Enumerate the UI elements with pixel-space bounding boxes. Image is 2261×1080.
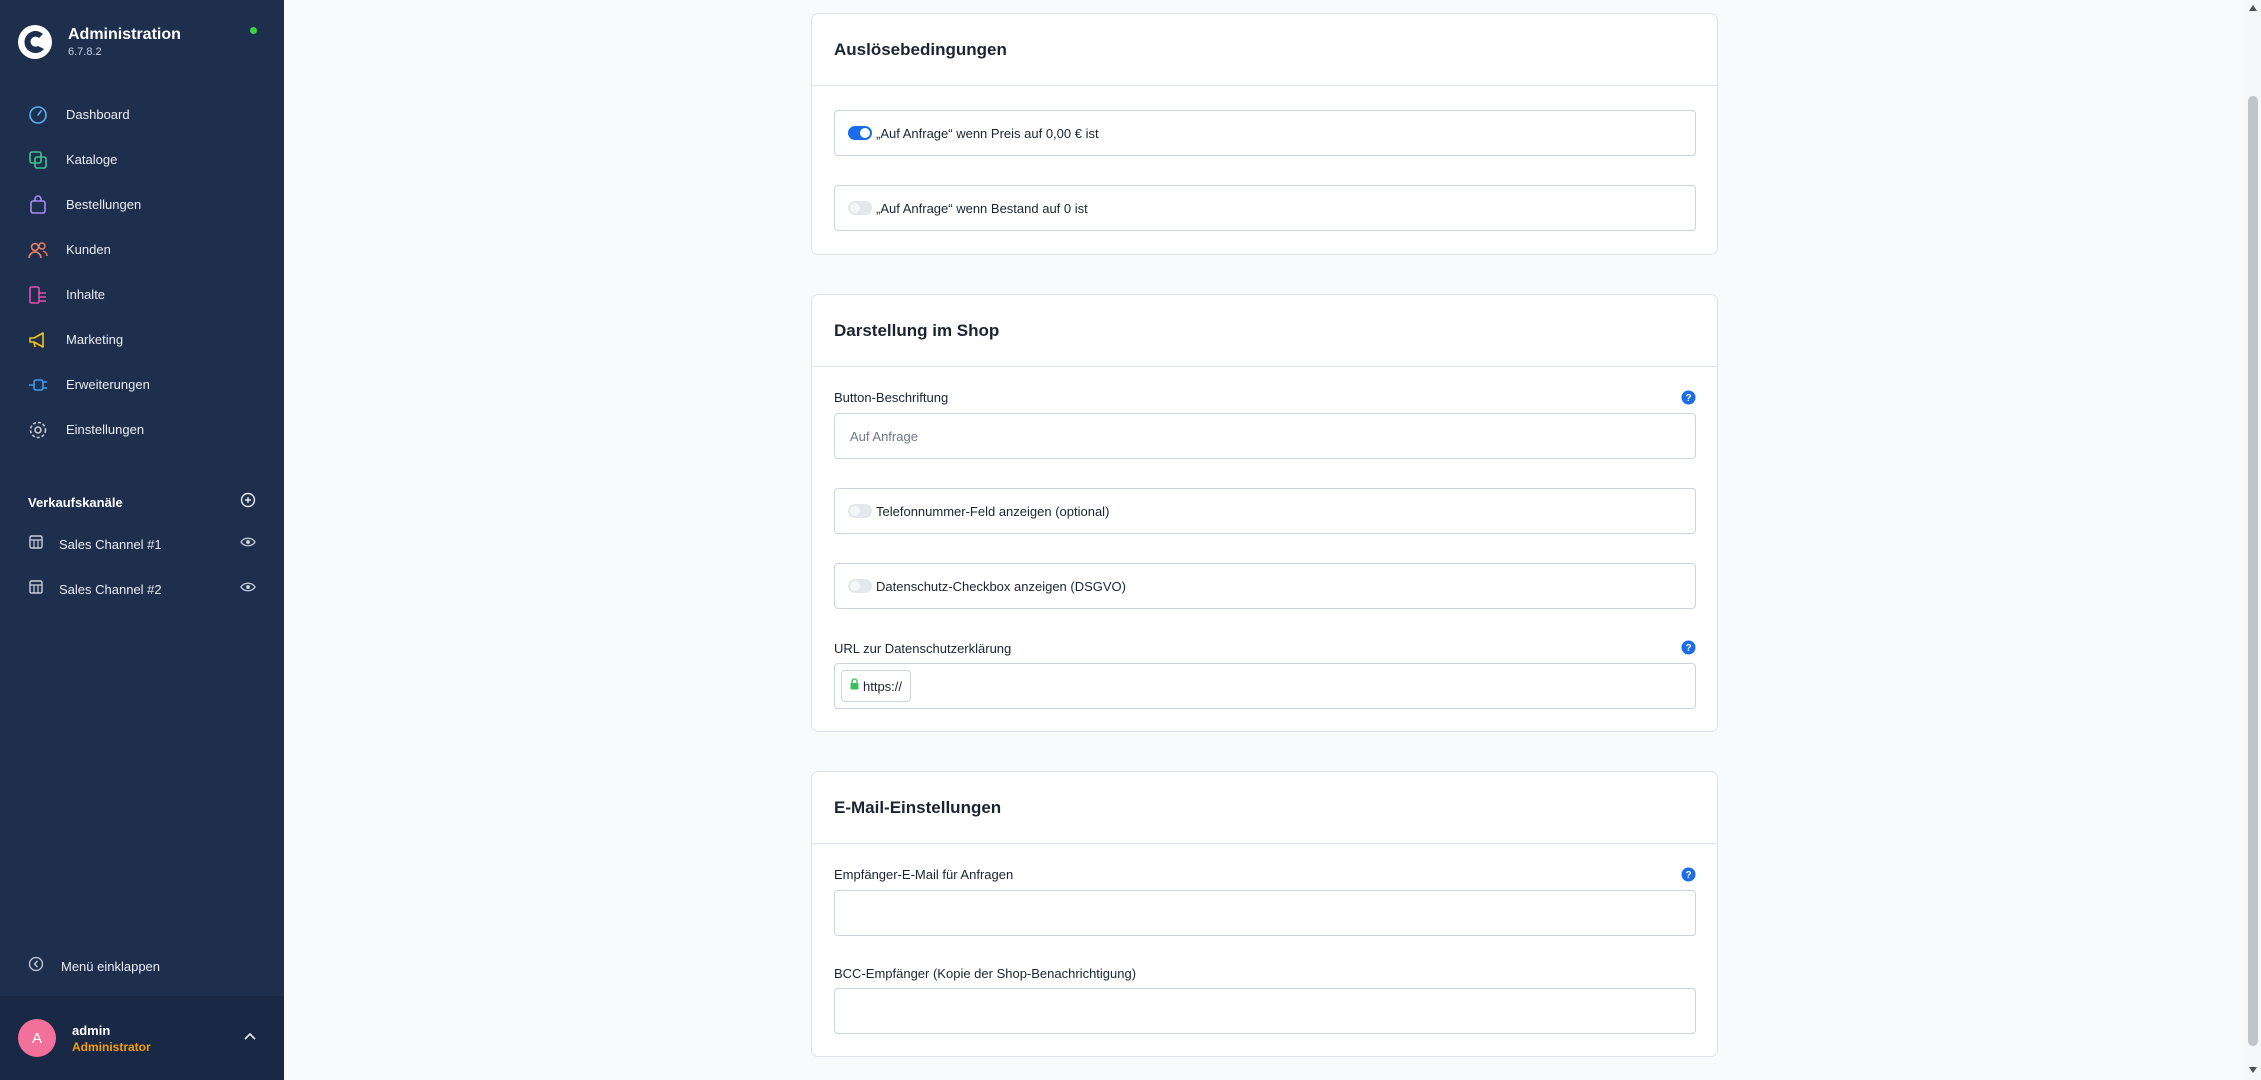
sidebar-item-marketing[interactable]: Marketing: [0, 317, 284, 362]
gear-icon: [27, 419, 49, 441]
privacy-url-field: https://: [834, 663, 1696, 709]
megaphone-icon: [27, 329, 49, 351]
shopware-logo-icon: [18, 25, 52, 59]
collapse-menu-button[interactable]: Menü einklappen: [28, 954, 160, 978]
sidebar-item-label: Bestellungen: [66, 197, 142, 212]
sidebar-item-einstellungen[interactable]: Einstellungen: [0, 407, 284, 452]
storefront-icon: [28, 534, 44, 555]
card-title: Auslösebedingungen: [834, 39, 1007, 59]
sales-channels-header: Verkaufskanäle: [28, 490, 256, 514]
url-protocol-switch[interactable]: https://: [841, 670, 912, 702]
card-title: Darstellung im Shop: [834, 320, 1000, 340]
add-sales-channel-icon[interactable]: [240, 492, 256, 513]
svg-text:?: ?: [1685, 870, 1691, 881]
privacy-url-input[interactable]: [911, 666, 1695, 706]
switch-label: „Auf Anfrage“ wenn Preis auf 0,00 € ist: [876, 125, 1099, 141]
recipient-email-field-label: Empfänger-E-Mail für Anfragen: [834, 867, 1014, 882]
users-icon: [27, 239, 49, 261]
sales-channel-item[interactable]: Sales Channel #1: [28, 529, 256, 559]
eye-icon[interactable]: [240, 580, 256, 598]
button-label-field-label: Button-Beschriftung: [834, 390, 949, 405]
online-status-dot: [250, 27, 257, 34]
stock-zero-switch-field[interactable]: „Auf Anfrage“ wenn Bestand auf 0 ist: [834, 185, 1696, 231]
help-icon[interactable]: ?: [1681, 867, 1696, 887]
sidebar-item-label: Marketing: [66, 332, 124, 347]
sidebar-item-kunden[interactable]: Kunden: [0, 227, 284, 272]
chevron-up-icon[interactable]: [240, 1026, 260, 1046]
sales-channel-item[interactable]: Sales Channel #2: [28, 574, 256, 604]
sidebar-item-erweiterungen[interactable]: Erweiterungen: [0, 362, 284, 407]
collapse-menu-label: Menü einklappen: [61, 958, 161, 974]
shopping-bag-icon: [27, 194, 49, 216]
phone-field-toggle[interactable]: [848, 504, 872, 518]
sidebar: Administration 6.7.8.2 Dashboard Katalog…: [0, 0, 284, 1080]
switch-label: „Auf Anfrage“ wenn Bestand auf 0 ist: [876, 200, 1088, 216]
button-label-input[interactable]: [834, 413, 1696, 459]
phone-field-switch-field[interactable]: Telefonnummer-Feld anzeigen (optional): [834, 488, 1696, 534]
url-protocol-label: https://: [863, 678, 903, 694]
eye-icon[interactable]: [240, 535, 256, 553]
display-card: Darstellung im Shop Button-Beschriftung …: [811, 294, 1718, 732]
email-card: E-Mail-Einstellungen Empfänger-E-Mail fü…: [811, 771, 1718, 1057]
help-icon[interactable]: ?: [1681, 390, 1696, 410]
price-zero-toggle[interactable]: [848, 126, 872, 140]
triggers-card: Auslösebedingungen „Auf Anfrage“ wenn Pr…: [811, 13, 1718, 255]
scroll-up-arrow-icon[interactable]: [2249, 4, 2257, 12]
sidebar-item-bestellungen[interactable]: Bestellungen: [0, 182, 284, 227]
sidebar-item-dashboard[interactable]: Dashboard: [0, 92, 284, 137]
user-name: admin: [72, 1022, 111, 1038]
privacy-checkbox-toggle[interactable]: [848, 579, 872, 593]
bcc-field-label: BCC-Empfänger (Kopie der Shop-Benachrich…: [834, 966, 1137, 981]
switch-label: Datenschutz-Checkbox anzeigen (DSGVO): [876, 578, 1127, 594]
recipient-email-input[interactable]: [834, 890, 1696, 936]
switch-label: Telefonnummer-Feld anzeigen (optional): [876, 503, 1110, 519]
sidebar-item-label: Dashboard: [66, 107, 130, 122]
sales-channels-title: Verkaufskanäle: [28, 494, 123, 510]
app-title: Administration: [68, 26, 181, 43]
main-nav: Dashboard Kataloge Bestellungen Kunden I…: [0, 92, 284, 452]
content-list-icon: [27, 284, 49, 306]
sidebar-item-label: Kunden: [66, 242, 111, 257]
avatar: A: [18, 1019, 56, 1057]
user-role: Administrator: [72, 1039, 151, 1054]
main-content: Auslösebedingungen „Auf Anfrage“ wenn Pr…: [284, 0, 2245, 1080]
scroll-thumb[interactable]: [2248, 96, 2258, 1046]
plug-icon: [27, 374, 49, 396]
user-menu[interactable]: A admin Administrator: [0, 996, 284, 1080]
stock-zero-toggle[interactable]: [848, 201, 872, 215]
svg-text:?: ?: [1685, 393, 1691, 404]
gauge-icon: [27, 104, 49, 126]
svg-text:?: ?: [1685, 643, 1691, 654]
sales-channel-label: Sales Channel #1: [59, 536, 162, 552]
storefront-icon: [28, 579, 44, 600]
scroll-down-arrow-icon[interactable]: [2249, 1066, 2257, 1074]
help-icon[interactable]: ?: [1681, 640, 1696, 660]
sidebar-item-label: Inhalte: [66, 287, 106, 302]
page-scrollbar[interactable]: [2245, 0, 2261, 1080]
sidebar-item-label: Kataloge: [66, 152, 118, 167]
lock-icon: [850, 677, 859, 695]
sidebar-item-kataloge[interactable]: Kataloge: [0, 137, 284, 182]
brand[interactable]: Administration 6.7.8.2: [18, 20, 181, 64]
sidebar-item-inhalte[interactable]: Inhalte: [0, 272, 284, 317]
sales-channel-label: Sales Channel #2: [59, 581, 162, 597]
card-title: E-Mail-Einstellungen: [834, 797, 1002, 817]
stacked-squares-icon: [27, 149, 49, 171]
privacy-url-field-label: URL zur Datenschutzerklärung: [834, 641, 1012, 656]
privacy-checkbox-switch-field[interactable]: Datenschutz-Checkbox anzeigen (DSGVO): [834, 563, 1696, 609]
sidebar-item-label: Einstellungen: [66, 422, 145, 437]
bcc-email-input[interactable]: [834, 988, 1696, 1034]
collapse-arrow-icon: [28, 956, 44, 977]
sidebar-item-label: Erweiterungen: [66, 377, 150, 392]
price-zero-switch-field[interactable]: „Auf Anfrage“ wenn Preis auf 0,00 € ist: [834, 110, 1696, 156]
app-version: 6.7.8.2: [68, 46, 102, 58]
